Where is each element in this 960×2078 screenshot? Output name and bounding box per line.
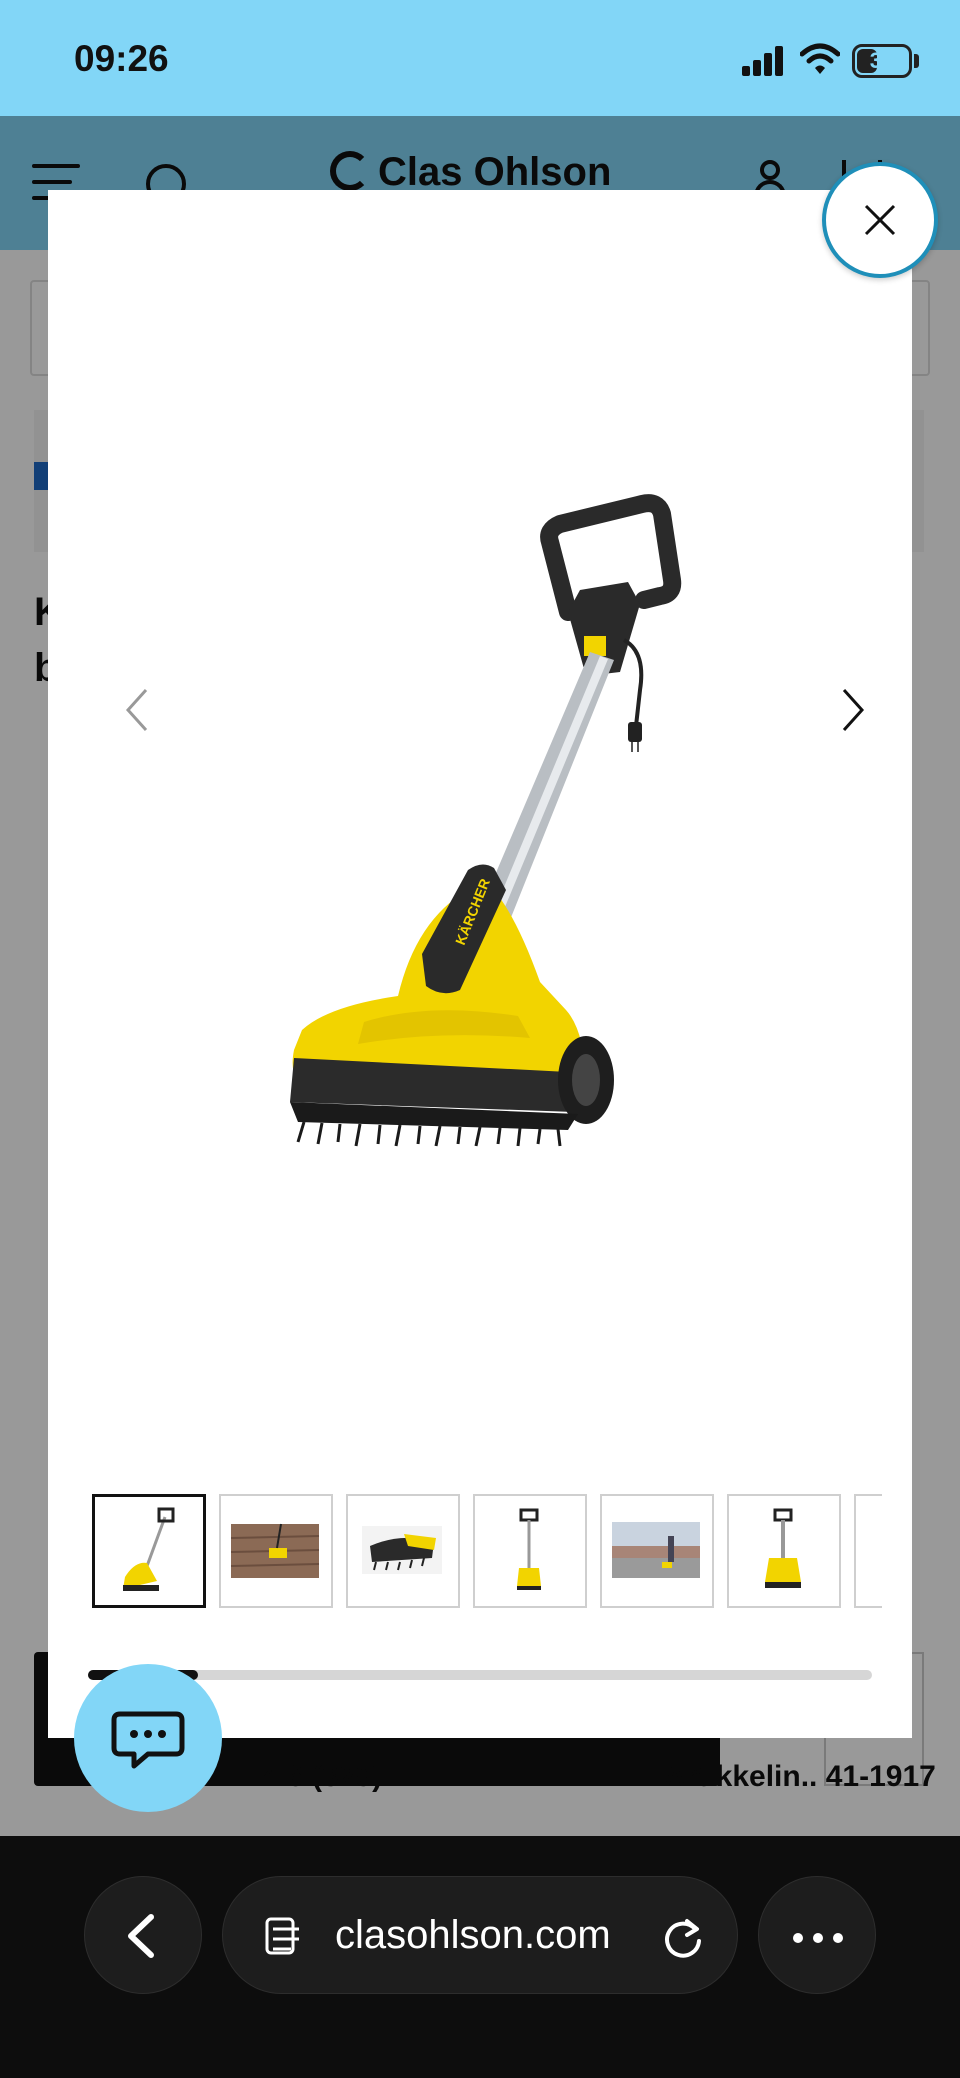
chat-icon xyxy=(111,1711,185,1769)
more-dot xyxy=(793,1933,803,1943)
product-image: KÄRCHER xyxy=(290,494,682,1147)
more-dot xyxy=(813,1933,823,1943)
battery-percent: 37 xyxy=(869,48,895,73)
thumbnail-3[interactable] xyxy=(346,1494,460,1608)
status-time: 09:26 xyxy=(74,38,169,79)
thumbnail-upright-image xyxy=(517,1508,541,1590)
thumbnail-product-image xyxy=(123,1507,175,1591)
chevron-left-icon[interactable] xyxy=(108,680,168,740)
thumbnail-brush-image xyxy=(362,1526,442,1574)
thumbnail-6[interactable] xyxy=(727,1494,841,1608)
thumbnail-5[interactable] xyxy=(600,1494,714,1608)
status-bar: 09:26 37 xyxy=(0,0,960,116)
thumbnail-terrace-image xyxy=(612,1522,700,1578)
chevron-left-icon xyxy=(128,1914,154,1958)
close-icon xyxy=(864,204,896,236)
thumbnail-1[interactable] xyxy=(92,1494,206,1608)
browser-toolbar: clasohlson.com xyxy=(0,1836,960,2078)
browser-back-button[interactable] xyxy=(84,1876,202,1994)
thumbnail-2[interactable] xyxy=(219,1494,333,1608)
reload-icon[interactable] xyxy=(661,1915,705,1959)
battery-tip xyxy=(914,54,919,68)
wifi-icon xyxy=(800,43,840,74)
thumbnail-front-image xyxy=(765,1508,801,1588)
cellular-signal-icon xyxy=(742,46,786,76)
close-button[interactable] xyxy=(822,162,938,278)
thumbnail-strip xyxy=(92,1494,882,1610)
thumbnail-deck-image xyxy=(230,1523,320,1578)
thumbnail-4[interactable] xyxy=(473,1494,587,1608)
more-options-button[interactable] xyxy=(758,1876,876,1994)
image-gallery-modal: KÄRCHER xyxy=(48,190,912,1738)
chat-button[interactable] xyxy=(74,1664,222,1812)
chevron-right-icon[interactable] xyxy=(822,680,882,740)
battery-icon: 37 xyxy=(852,44,912,78)
url-text: clasohlson.com xyxy=(335,1913,611,1957)
thumbnail-7[interactable] xyxy=(854,1494,882,1608)
more-dot xyxy=(833,1933,843,1943)
address-bar[interactable]: clasohlson.com xyxy=(222,1876,738,1994)
page-settings-icon xyxy=(265,1917,299,1955)
